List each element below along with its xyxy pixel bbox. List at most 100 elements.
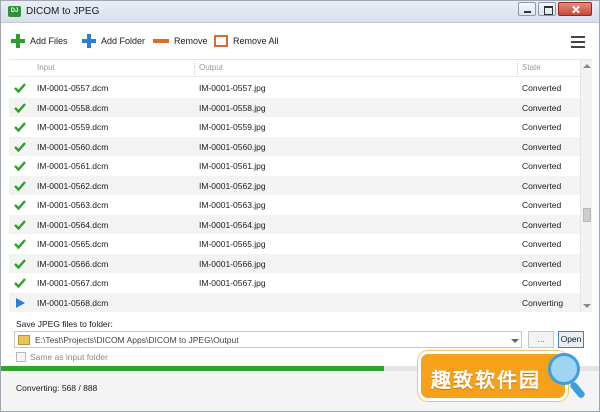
checkmark-icon (14, 141, 26, 152)
row-state: Converted (522, 102, 562, 113)
row-state: Converted (522, 161, 562, 171)
output-filename: IM-0001-0560.jpg (199, 141, 266, 152)
input-filename: IM-0001-0557.dcm (37, 83, 109, 93)
table-row[interactable]: IM-0001-0562.dcm IM-0001-0562.jpg Conver… (9, 175, 580, 195)
plus-icon (82, 34, 96, 48)
add-files-label: Add Files (30, 36, 68, 46)
minimize-button[interactable] (518, 2, 536, 16)
square-outline-icon (214, 35, 228, 47)
row-state: Converted (522, 278, 562, 288)
play-icon (16, 297, 25, 308)
output-filename: IM-0001-0567.jpg (199, 278, 266, 288)
column-header-output[interactable]: Output (199, 63, 223, 72)
table-row[interactable]: IM-0001-0565.dcm IM-0001-0565.jpg Conver… (9, 234, 580, 254)
input-filename: IM-0001-0568.dcm (37, 297, 109, 308)
input-filename: IM-0001-0564.dcm (37, 219, 109, 230)
scrollbar-thumb[interactable] (583, 208, 591, 222)
input-filename: IM-0001-0560.dcm (37, 141, 109, 152)
output-filename: IM-0001-0557.jpg (199, 83, 266, 93)
checkmark-icon (14, 180, 26, 191)
column-header-state[interactable]: State (522, 63, 541, 72)
output-filename: IM-0001-0563.jpg (199, 200, 266, 210)
add-folder-label: Add Folder (101, 36, 146, 46)
row-state: Converted (522, 219, 562, 230)
checkmark-icon (14, 161, 26, 172)
table-row[interactable]: IM-0001-0568.dcm Converting (9, 292, 580, 312)
output-filename: IM-0001-0565.jpg (199, 239, 266, 249)
folder-icon (18, 335, 30, 345)
table-row[interactable]: IM-0001-0563.dcm IM-0001-0563.jpg Conver… (9, 195, 580, 215)
scroll-down-icon[interactable] (583, 304, 591, 308)
remove-all-button[interactable]: Remove All (214, 33, 279, 49)
row-state: Converted (522, 122, 562, 132)
table-header: Input Output State (9, 60, 580, 77)
row-state: Converted (522, 141, 562, 152)
output-filename: IM-0001-0558.jpg (199, 102, 266, 113)
input-filename: IM-0001-0563.dcm (37, 200, 109, 210)
watermark-logo: 趣致软件园 (418, 349, 590, 407)
output-folder-combobox[interactable]: E:\Test\Projects\DICOM Apps\DICOM to JPE… (14, 331, 522, 348)
remove-button[interactable]: Remove (153, 33, 208, 49)
row-state: Converted (522, 200, 562, 210)
same-as-input-checkbox[interactable] (16, 352, 26, 362)
checkmark-icon (14, 102, 26, 113)
table-row[interactable]: IM-0001-0566.dcm IM-0001-0566.jpg Conver… (9, 253, 580, 273)
input-filename: IM-0001-0562.dcm (37, 180, 109, 191)
open-folder-button[interactable]: Open (558, 331, 584, 348)
checkmark-icon (14, 83, 26, 94)
checkmark-icon (14, 122, 26, 133)
close-button[interactable] (558, 2, 592, 16)
output-folder-path: E:\Test\Projects\DICOM Apps\DICOM to JPE… (35, 335, 239, 345)
input-filename: IM-0001-0567.dcm (37, 278, 109, 288)
minus-icon (153, 39, 169, 43)
table-row[interactable]: IM-0001-0557.dcm IM-0001-0557.jpg Conver… (9, 78, 580, 98)
input-filename: IM-0001-0558.dcm (37, 102, 109, 113)
table-row[interactable]: IM-0001-0560.dcm IM-0001-0560.jpg Conver… (9, 136, 580, 156)
status-text: Converting: 568 / 888 (16, 383, 98, 393)
browse-button[interactable]: ... (528, 331, 554, 348)
row-state: Converted (522, 258, 562, 269)
checkmark-icon (14, 239, 26, 250)
add-folder-button[interactable]: Add Folder (82, 33, 145, 49)
table-row[interactable]: IM-0001-0567.dcm IM-0001-0567.jpg Conver… (9, 273, 580, 293)
row-state: Converting (522, 297, 564, 308)
column-header-input[interactable]: Input (37, 63, 55, 72)
output-filename: IM-0001-0562.jpg (199, 180, 266, 191)
checkmark-icon (14, 200, 26, 211)
plus-icon (11, 34, 25, 48)
chevron-down-icon[interactable] (511, 339, 519, 343)
table-scrollbar[interactable] (580, 60, 592, 312)
watermark-badge: 趣致软件园 (418, 351, 568, 401)
magnifier-icon (548, 353, 580, 385)
input-filename: IM-0001-0566.dcm (37, 258, 109, 269)
input-filename: IM-0001-0561.dcm (37, 161, 109, 171)
scroll-up-icon[interactable] (583, 64, 591, 68)
table-body: IM-0001-0557.dcm IM-0001-0557.jpg Conver… (9, 78, 580, 312)
window-title: DICOM to JPEG (26, 6, 100, 17)
checkmark-icon (14, 258, 26, 269)
hamburger-menu-icon[interactable] (571, 36, 585, 48)
row-state: Converted (522, 180, 562, 191)
input-filename: IM-0001-0559.dcm (37, 122, 109, 132)
row-state: Converted (522, 83, 562, 93)
table-row[interactable]: IM-0001-0559.dcm IM-0001-0559.jpg Conver… (9, 117, 580, 137)
remove-label: Remove (174, 36, 208, 46)
table-row[interactable]: IM-0001-0558.dcm IM-0001-0558.jpg Conver… (9, 97, 580, 117)
output-filename: IM-0001-0564.jpg (199, 219, 266, 230)
title-bar[interactable]: DJ DICOM to JPEG (1, 1, 599, 23)
output-filename: IM-0001-0561.jpg (199, 161, 266, 171)
checkmark-icon (14, 278, 26, 289)
watermark-text: 趣致软件园 (431, 368, 541, 392)
input-filename: IM-0001-0565.dcm (37, 239, 109, 249)
remove-all-label: Remove All (233, 36, 279, 46)
app-window: DJ DICOM to JPEG Add Files Add Folder Re… (0, 0, 600, 412)
magnifier-handle (569, 380, 586, 400)
maximize-button[interactable] (538, 2, 556, 16)
output-filename: IM-0001-0566.jpg (199, 258, 266, 269)
table-row[interactable]: IM-0001-0564.dcm IM-0001-0564.jpg Conver… (9, 214, 580, 234)
table-row[interactable]: IM-0001-0561.dcm IM-0001-0561.jpg Conver… (9, 156, 580, 176)
row-state: Converted (522, 239, 562, 249)
dicom-app-icon: DJ (8, 6, 21, 17)
same-as-input-label[interactable]: Same as input folder (30, 352, 108, 362)
add-files-button[interactable]: Add Files (11, 33, 68, 49)
